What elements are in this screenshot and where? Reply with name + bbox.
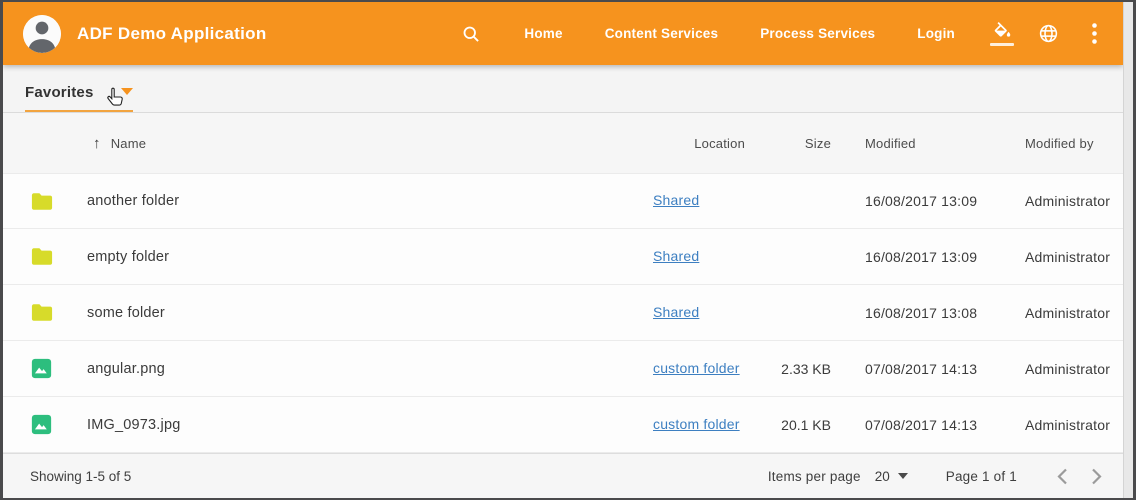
location-link[interactable]: Shared [653, 192, 699, 208]
table-row[interactable]: empty folder Shared 16/08/2017 13:09 Adm… [3, 229, 1123, 285]
items-per-page-label: Items per page [768, 469, 861, 484]
column-header-size[interactable]: Size [773, 136, 835, 151]
nav-item-process-services[interactable]: Process Services [739, 16, 896, 51]
location-link[interactable]: Shared [653, 304, 699, 320]
file-name[interactable]: some folder [87, 305, 653, 321]
location-link[interactable]: custom folder [653, 416, 740, 432]
table-row[interactable]: some folder Shared 16/08/2017 13:08 Admi… [3, 285, 1123, 341]
file-name[interactable]: angular.png [87, 361, 653, 377]
location-link[interactable]: Shared [653, 248, 699, 264]
next-page-button[interactable] [1079, 459, 1113, 493]
column-header-name[interactable]: ↑ Name [87, 135, 653, 152]
column-header-location[interactable]: Location [653, 136, 773, 151]
chevron-down-icon [898, 473, 908, 479]
sort-asc-icon: ↑ [93, 135, 101, 152]
table-header-row: ↑ Name Location Size Modified Modified b… [3, 113, 1123, 173]
location-cell: Shared [653, 192, 773, 210]
view-tab-strip: Favorites [3, 65, 1123, 113]
folder-icon [3, 247, 87, 266]
paginator: Showing 1-5 of 5 Items per page 20 Page … [3, 453, 1123, 498]
scrollbar-track[interactable] [1123, 2, 1133, 498]
color-fill-theme-icon[interactable] [990, 22, 1014, 46]
tab-favorites-label: Favorites [25, 84, 94, 101]
location-link[interactable]: custom folder [653, 360, 740, 376]
chevron-down-icon [121, 88, 133, 95]
size-cell: 2.33 KB [773, 361, 835, 377]
modified-cell: 07/08/2017 14:13 [835, 417, 1025, 433]
app-title: ADF Demo Application [77, 24, 267, 44]
modified-by-cell: Administrator [1025, 193, 1110, 209]
table-row[interactable]: IMG_0973.jpg custom folder 20.1 KB 07/08… [3, 397, 1123, 453]
items-per-page-select[interactable]: 20 [875, 469, 908, 484]
more-vert-icon[interactable] [1085, 23, 1103, 44]
folder-icon [3, 192, 87, 211]
tab-favorites[interactable]: Favorites [25, 74, 133, 112]
app-window: ADF Demo Application Home Content Servic… [0, 0, 1136, 500]
document-list: another folder Shared 16/08/2017 13:09 A… [3, 173, 1123, 453]
file-name[interactable]: IMG_0973.jpg [87, 417, 653, 433]
modified-by-cell: Administrator [1025, 249, 1110, 265]
location-cell: custom folder [653, 416, 773, 434]
location-cell: Shared [653, 304, 773, 322]
app-header: ADF Demo Application Home Content Servic… [3, 2, 1123, 65]
modified-cell: 16/08/2017 13:09 [835, 193, 1025, 209]
modified-by-cell: Administrator [1025, 361, 1110, 377]
location-cell: Shared [653, 248, 773, 266]
language-globe-icon[interactable] [1038, 23, 1059, 44]
column-header-modified-by[interactable]: Modified by [1025, 136, 1109, 151]
image-file-icon [3, 358, 87, 379]
size-cell: 20.1 KB [773, 417, 835, 433]
nav-item-login[interactable]: Login [896, 16, 976, 51]
modified-by-cell: Administrator [1025, 417, 1110, 433]
location-cell: custom folder [653, 360, 773, 378]
previous-page-button[interactable] [1045, 459, 1079, 493]
top-navigation: Home Content Services Process Services L… [461, 16, 1109, 51]
file-name[interactable]: empty folder [87, 249, 653, 265]
nav-item-content-services[interactable]: Content Services [584, 16, 740, 51]
table-row[interactable]: angular.png custom folder 2.33 KB 07/08/… [3, 341, 1123, 397]
theme-underline [990, 43, 1014, 46]
page-count-label: Page 1 of 1 [946, 469, 1017, 484]
modified-by-cell: Administrator [1025, 305, 1110, 321]
nav-item-home[interactable]: Home [503, 16, 583, 51]
avatar[interactable] [23, 15, 61, 53]
showing-range-label: Showing 1-5 of 5 [30, 469, 131, 484]
column-header-modified[interactable]: Modified [835, 136, 1025, 151]
items-per-page-value: 20 [875, 469, 890, 484]
folder-icon [3, 303, 87, 322]
file-name[interactable]: another folder [87, 193, 653, 209]
modified-cell: 16/08/2017 13:08 [835, 305, 1025, 321]
modified-cell: 07/08/2017 14:13 [835, 361, 1025, 377]
table-row[interactable]: another folder Shared 16/08/2017 13:09 A… [3, 173, 1123, 229]
person-icon [23, 15, 61, 53]
modified-cell: 16/08/2017 13:09 [835, 249, 1025, 265]
search-icon[interactable] [461, 24, 481, 44]
image-file-icon [3, 414, 87, 435]
